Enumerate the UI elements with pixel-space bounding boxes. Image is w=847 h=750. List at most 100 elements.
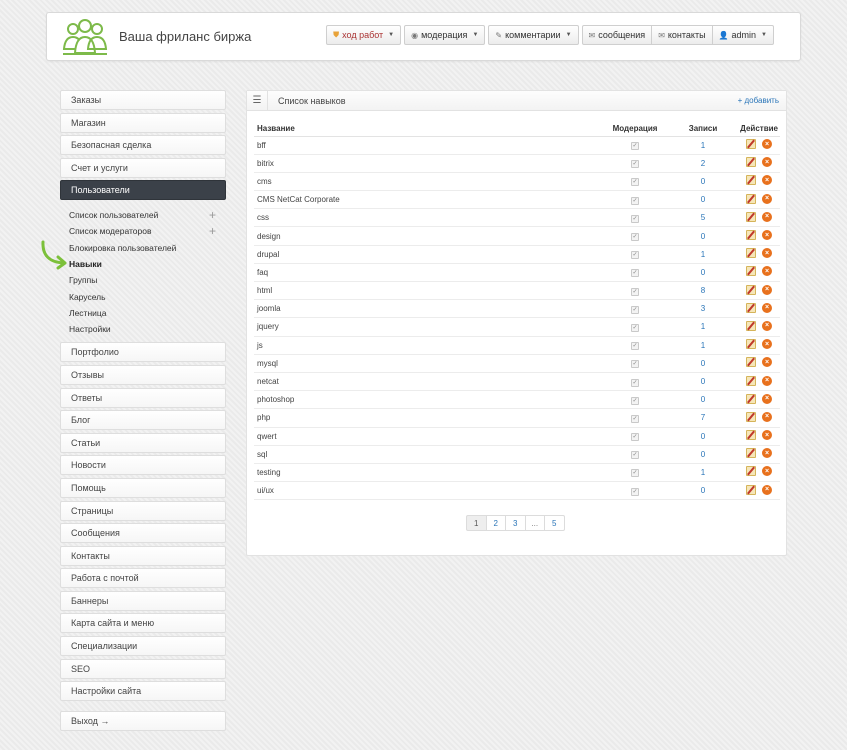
page-button[interactable]: 2 (485, 515, 506, 531)
sidebar-item-mail[interactable]: Работа с почтой (60, 568, 226, 589)
moderation-checkbox[interactable]: ✓ (631, 433, 639, 442)
records-count-link[interactable]: 0 (701, 395, 705, 404)
delete-icon[interactable]: × (762, 157, 772, 168)
records-count-link[interactable]: 2 (701, 159, 705, 168)
delete-icon[interactable]: × (762, 484, 772, 495)
moderation-checkbox[interactable]: ✓ (631, 305, 639, 314)
delete-icon[interactable]: × (762, 357, 772, 368)
moderation-checkbox[interactable]: ✓ (631, 269, 639, 278)
records-count-link[interactable]: 0 (701, 195, 705, 204)
records-count-link[interactable]: 1 (701, 322, 705, 331)
plus-icon[interactable]: + (209, 225, 216, 237)
delete-icon[interactable]: × (762, 248, 772, 259)
column-header-name[interactable]: Название (254, 121, 584, 137)
edit-icon[interactable] (746, 139, 756, 150)
edit-icon[interactable] (746, 230, 756, 241)
edit-icon[interactable] (746, 411, 756, 422)
sidebar-item-reviews[interactable]: Отзывы (60, 364, 226, 385)
records-count-link[interactable]: 0 (701, 359, 705, 368)
sidebar-item-users[interactable]: Пользователи (60, 180, 226, 201)
delete-icon[interactable]: × (762, 175, 772, 186)
edit-icon[interactable] (746, 248, 756, 259)
moderation-checkbox[interactable]: ✓ (631, 360, 639, 369)
delete-icon[interactable]: × (762, 411, 772, 422)
records-count-link[interactable]: 1 (701, 468, 705, 477)
records-count-link[interactable]: 1 (701, 141, 705, 150)
records-count-link[interactable]: 0 (701, 377, 705, 386)
sidebar-item-site-settings[interactable]: Настройки сайта (60, 681, 226, 702)
moderation-checkbox[interactable]: ✓ (631, 233, 639, 242)
edit-icon[interactable] (746, 484, 756, 495)
submenu-item-user-blocking[interactable]: Блокировка пользователей (60, 240, 226, 256)
moderation-checkbox[interactable]: ✓ (631, 287, 639, 296)
records-count-link[interactable]: 7 (701, 413, 705, 422)
page-button[interactable]: 5 (544, 515, 565, 531)
moderation-checkbox[interactable]: ✓ (631, 396, 639, 405)
edit-icon[interactable] (746, 339, 756, 350)
delete-icon[interactable]: × (762, 230, 772, 241)
brand-title[interactable]: Ваша фриланс биржа (119, 29, 251, 44)
moderation-checkbox[interactable]: ✓ (631, 160, 639, 169)
sidebar-item-billing[interactable]: Счет и услуги (60, 157, 226, 178)
submenu-item-groups[interactable]: Группы (60, 272, 226, 288)
delete-icon[interactable]: × (762, 466, 772, 477)
logout-button[interactable]: Выход → (60, 711, 226, 732)
sidebar-item-messages[interactable]: Сообщения (60, 523, 226, 544)
moderation-checkbox[interactable]: ✓ (631, 142, 639, 151)
sidebar-item-seo[interactable]: SEO (60, 658, 226, 679)
edit-icon[interactable] (746, 211, 756, 222)
moderation-checkbox[interactable]: ✓ (631, 414, 639, 423)
sidebar-item-sitemap[interactable]: Карта сайта и меню (60, 613, 226, 634)
moderation-checkbox[interactable]: ✓ (631, 451, 639, 460)
edit-icon[interactable] (746, 266, 756, 277)
sidebar-item-orders[interactable]: Заказы (60, 90, 226, 110)
page-button[interactable]: 1 (466, 515, 487, 531)
comments-menu-button[interactable]: ✎ комментарии ▼ (488, 25, 579, 45)
admin-menu-button[interactable]: 👤 admin ▼ (711, 25, 774, 45)
sidebar-item-pages[interactable]: Страницы (60, 500, 226, 521)
edit-icon[interactable] (746, 430, 756, 441)
edit-icon[interactable] (746, 320, 756, 331)
submenu-item-settings[interactable]: Настройки (60, 321, 226, 337)
records-count-link[interactable]: 0 (701, 486, 705, 495)
records-count-link[interactable]: 8 (701, 286, 705, 295)
delete-icon[interactable]: × (762, 284, 772, 295)
moderation-menu-button[interactable]: ◉ модерация ▼ (404, 25, 486, 45)
sidebar-item-shop[interactable]: Магазин (60, 112, 226, 133)
plus-icon[interactable]: + (209, 209, 216, 221)
edit-icon[interactable] (746, 175, 756, 186)
menu-icon[interactable]: ☰ (247, 91, 268, 110)
sidebar-item-blog[interactable]: Блог (60, 410, 226, 431)
moderation-checkbox[interactable]: ✓ (631, 214, 639, 223)
submenu-item-user-list[interactable]: Список пользователей + (60, 207, 226, 223)
edit-icon[interactable] (746, 302, 756, 313)
logo-icon[interactable] (61, 19, 109, 57)
moderation-checkbox[interactable]: ✓ (631, 378, 639, 387)
moderation-checkbox[interactable]: ✓ (631, 251, 639, 260)
records-count-link[interactable]: 0 (701, 268, 705, 277)
delete-icon[interactable]: × (762, 266, 772, 277)
progress-menu-button[interactable]: ⛊ ход работ ▼ (326, 25, 402, 45)
records-count-link[interactable]: 0 (701, 432, 705, 441)
edit-icon[interactable] (746, 375, 756, 386)
edit-icon[interactable] (746, 157, 756, 168)
edit-icon[interactable] (746, 193, 756, 204)
records-count-link[interactable]: 0 (701, 450, 705, 459)
delete-icon[interactable]: × (762, 302, 772, 313)
submenu-item-ladder[interactable]: Лестница (60, 305, 226, 321)
moderation-checkbox[interactable]: ✓ (631, 178, 639, 187)
sidebar-item-banners[interactable]: Баннеры (60, 590, 226, 611)
edit-icon[interactable] (746, 284, 756, 295)
messages-button[interactable]: ✉ сообщения (581, 25, 653, 45)
sidebar-item-portfolio[interactable]: Портфолио (60, 342, 226, 363)
sidebar-item-articles[interactable]: Статьи (60, 432, 226, 453)
sidebar-item-specializations[interactable]: Специализации (60, 636, 226, 657)
submenu-item-carousel[interactable]: Карусель (60, 288, 226, 304)
contacts-button[interactable]: ✉ контакты (651, 25, 713, 45)
records-count-link[interactable]: 1 (701, 341, 705, 350)
sidebar-item-news[interactable]: Новости (60, 455, 226, 476)
add-skill-link[interactable]: + добавить (738, 96, 779, 105)
records-count-link[interactable]: 0 (701, 177, 705, 186)
submenu-item-skills[interactable]: Навыки (60, 256, 226, 272)
sidebar-item-safe-deal[interactable]: Безопасная сделка (60, 135, 226, 156)
